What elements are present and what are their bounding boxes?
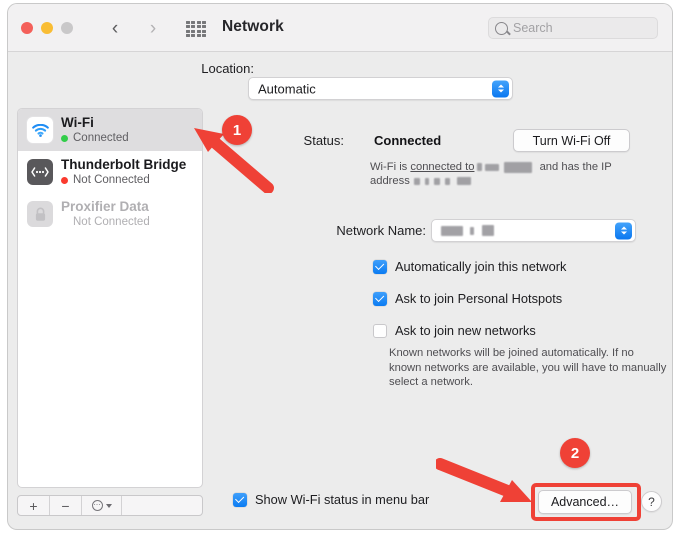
pane-bottom-bar: Show Wi-Fi status in menu bar Advanced… … — [213, 483, 662, 522]
annotation-badge-1: 1 — [222, 115, 252, 145]
sidebar-item-text: Thunderbolt Bridge Not Connected — [61, 157, 186, 187]
location-popup-button[interactable]: Automatic — [248, 77, 513, 100]
redacted-ip-5 — [456, 177, 471, 186]
screenshot-root: ‹ › Network Location: Automatic — [0, 0, 680, 533]
status-description-part2: and has the IP — [536, 161, 612, 173]
back-button[interactable]: ‹ — [104, 17, 126, 39]
network-name-popup-button[interactable] — [431, 219, 636, 242]
sidebar-item-proxifier-data[interactable]: Proxifier Data Not Connected — [18, 193, 202, 235]
forward-button[interactable]: › — [142, 17, 164, 39]
redacted-ip-2 — [424, 177, 429, 185]
status-label: Status: — [303, 133, 344, 148]
help-button[interactable]: ? — [641, 491, 662, 512]
search-input[interactable] — [513, 21, 651, 35]
redacted-ssid-2 — [470, 226, 474, 235]
sidebar-item-label: Proxifier Data — [61, 199, 149, 214]
redacted-ip-4 — [444, 177, 450, 185]
window-titlebar: ‹ › Network — [8, 4, 672, 52]
gear-icon: ⋯ — [91, 500, 103, 511]
network-name-label: Network Name: — [336, 223, 426, 238]
status-description-link[interactable]: connected to — [410, 161, 474, 173]
sidebar-item-label: Wi-Fi — [61, 115, 94, 130]
turn-wifi-off-button[interactable]: Turn Wi-Fi Off — [513, 129, 630, 152]
status-description: Wi-Fi is connected to and has the IP add… — [370, 160, 660, 188]
annotation-badge-2: 2 — [560, 438, 590, 468]
sidebar-item-label: Thunderbolt Bridge — [61, 157, 187, 172]
status-dot-not-connected — [61, 176, 68, 184]
service-actions-menu-button[interactable]: ⋯ — [82, 496, 122, 515]
join-networks-help-note: Known networks will be joined automatica… — [389, 347, 667, 388]
remove-service-button[interactable]: − — [50, 496, 82, 515]
checkbox-box[interactable] — [373, 259, 387, 274]
sidebar-item-thunderbolt-bridge[interactable]: Thunderbolt Bridge Not Connected — [18, 151, 202, 193]
status-description-part3: address — [370, 175, 410, 187]
sidebar-item-status: Not Connected — [61, 215, 150, 229]
network-name-value — [432, 220, 635, 241]
redacted-network-name — [477, 163, 483, 172]
sidebar-item-status-label: Connected — [73, 132, 129, 144]
traffic-lights — [21, 22, 73, 34]
status-dot-connected — [61, 134, 68, 142]
advanced-button-highlight — [531, 483, 641, 521]
sidebar-item-text: Wi-Fi Connected — [61, 115, 129, 145]
chevron-up-down-icon[interactable] — [615, 222, 632, 239]
chevron-right-icon: › — [149, 17, 157, 39]
sidebar-item-wifi[interactable]: Wi-Fi Connected — [18, 109, 202, 151]
sidebar-item-status-label: Not Connected — [73, 174, 150, 186]
page-title: Network — [222, 18, 284, 35]
add-service-button[interactable]: + — [18, 496, 50, 515]
checkbox-label: Ask to join new networks — [395, 323, 536, 338]
thunderbolt-bridge-icon — [27, 159, 53, 185]
search-icon — [495, 21, 508, 35]
status-description-part1: Wi-Fi is — [370, 161, 411, 173]
sidebar-item-text: Proxifier Data Not Connected — [61, 199, 150, 229]
chevron-up-down-icon[interactable] — [492, 80, 509, 97]
minimize-button[interactable] — [41, 22, 53, 34]
chevron-down-icon — [105, 503, 112, 508]
location-label: Location: — [201, 61, 254, 76]
redacted-ip-3 — [433, 177, 440, 185]
redacted-ssid-1 — [441, 225, 463, 236]
sidebar-item-status: Connected — [61, 131, 129, 145]
location-selected-value: Automatic — [258, 81, 316, 96]
search-field[interactable] — [488, 17, 658, 39]
redacted-network-name-3 — [504, 161, 533, 173]
network-services-list[interactable]: Wi-Fi Connected Thunderbolt Bridge Not C… — [17, 108, 203, 488]
checkbox-box[interactable] — [373, 323, 387, 338]
status-value: Connected — [374, 133, 442, 148]
network-services-toolbar[interactable]: + − ⋯ — [17, 495, 203, 516]
redacted-network-name-2 — [485, 163, 500, 171]
chevron-left-icon: ‹ — [111, 17, 119, 39]
status-dot-none — [61, 219, 68, 226]
checkbox-label: Automatically join this network — [395, 259, 567, 274]
wifi-settings-pane: Status: Connected Turn Wi-Fi Off Wi-Fi i… — [213, 108, 666, 516]
wifi-icon — [27, 117, 53, 143]
sidebar-item-status: Not Connected — [61, 173, 186, 187]
redacted-ssid-3 — [482, 225, 494, 236]
checkbox-label: Ask to join Personal Hotspots — [395, 291, 563, 306]
checkbox-show-wifi-status[interactable]: Show Wi-Fi status in menu bar — [233, 492, 429, 507]
checkbox-automatically-join[interactable]: Automatically join this network — [373, 259, 566, 274]
checkbox-ask-new-networks[interactable]: Ask to join new networks — [373, 323, 536, 338]
lock-icon — [27, 201, 53, 227]
sidebar-item-status-label: Not Connected — [73, 216, 150, 228]
checkbox-ask-personal-hotspots[interactable]: Ask to join Personal Hotspots — [373, 291, 562, 306]
checkbox-box[interactable] — [233, 492, 247, 507]
zoom-button[interactable] — [61, 22, 73, 34]
show-all-preferences-icon[interactable] — [186, 21, 206, 37]
checkbox-box[interactable] — [373, 291, 387, 306]
checkbox-label: Show Wi-Fi status in menu bar — [255, 492, 430, 507]
close-button[interactable] — [21, 22, 33, 34]
redacted-ip-1 — [413, 177, 420, 185]
